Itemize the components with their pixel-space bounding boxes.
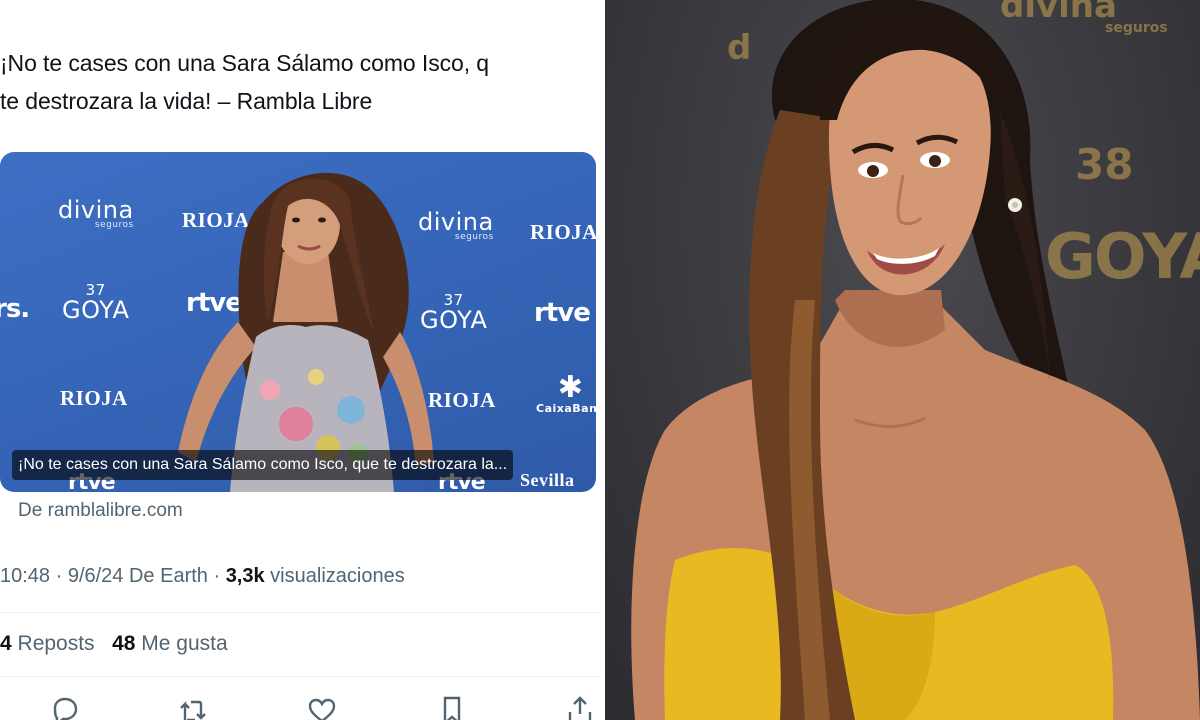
rioja-logo: RIOJA <box>530 220 596 244</box>
tweet-meta: 10:48 · 9/6/24 De Earth · 3,3k visualiza… <box>0 565 405 588</box>
goya-logo: 37 GOYA <box>62 281 130 324</box>
tweet-text: ¡No te cases con una Sara Sálamo como Is… <box>0 44 600 120</box>
like-icon[interactable] <box>306 694 338 720</box>
caixabank-logo: ✱ CaixaBank <box>536 370 596 416</box>
rioja-logo: RIOJA <box>60 386 128 410</box>
reposts-stat[interactable]: 4 Reposts <box>0 632 95 655</box>
tweet-stats: 4 Reposts 48 Me gusta <box>0 632 228 656</box>
tweet-text-line: te destrozara la vida! – Rambla Libre <box>0 88 373 114</box>
tweet-screenshot: ¡No te cases con una Sara Sálamo como Is… <box>0 0 605 720</box>
divider <box>0 612 600 613</box>
views-count: 3,3k <box>225 565 265 587</box>
divider <box>0 676 600 677</box>
repost-icon[interactable] <box>177 694 209 720</box>
likes-stat[interactable]: 48 Me gusta <box>112 632 228 655</box>
reply-icon[interactable] <box>49 694 81 720</box>
views-label: visualizaciones <box>264 565 405 587</box>
tweet-action-bar <box>0 690 600 720</box>
red-carpet-photo: divina seguros d 38 GOYA <box>605 0 1200 720</box>
link-card-title: ¡No te cases con una Sara Sálamo como Is… <box>12 450 514 480</box>
link-card-image[interactable]: divina seguros RIOJA divina seguros RIOJ… <box>0 152 596 492</box>
tweet-timestamp[interactable]: 10:48 · 9/6/24 De Earth · <box>0 565 226 587</box>
divina-logo: divina seguros <box>58 196 134 230</box>
rtve-logo: rs. <box>0 294 30 324</box>
link-card-source[interactable]: De ramblalibre.com <box>18 500 183 522</box>
rtve-logo: rtve <box>534 298 591 328</box>
sevilla-logo: Sevilla <box>520 470 575 490</box>
rioja-logo: RIOJA <box>428 388 496 412</box>
woman-figure-image <box>178 172 434 492</box>
bookmark-icon[interactable] <box>436 694 468 720</box>
share-icon[interactable] <box>564 694 596 720</box>
tweet-text-line: ¡No te cases con una Sara Sálamo como Is… <box>0 50 489 76</box>
woman-portrait-image <box>631 0 1200 720</box>
